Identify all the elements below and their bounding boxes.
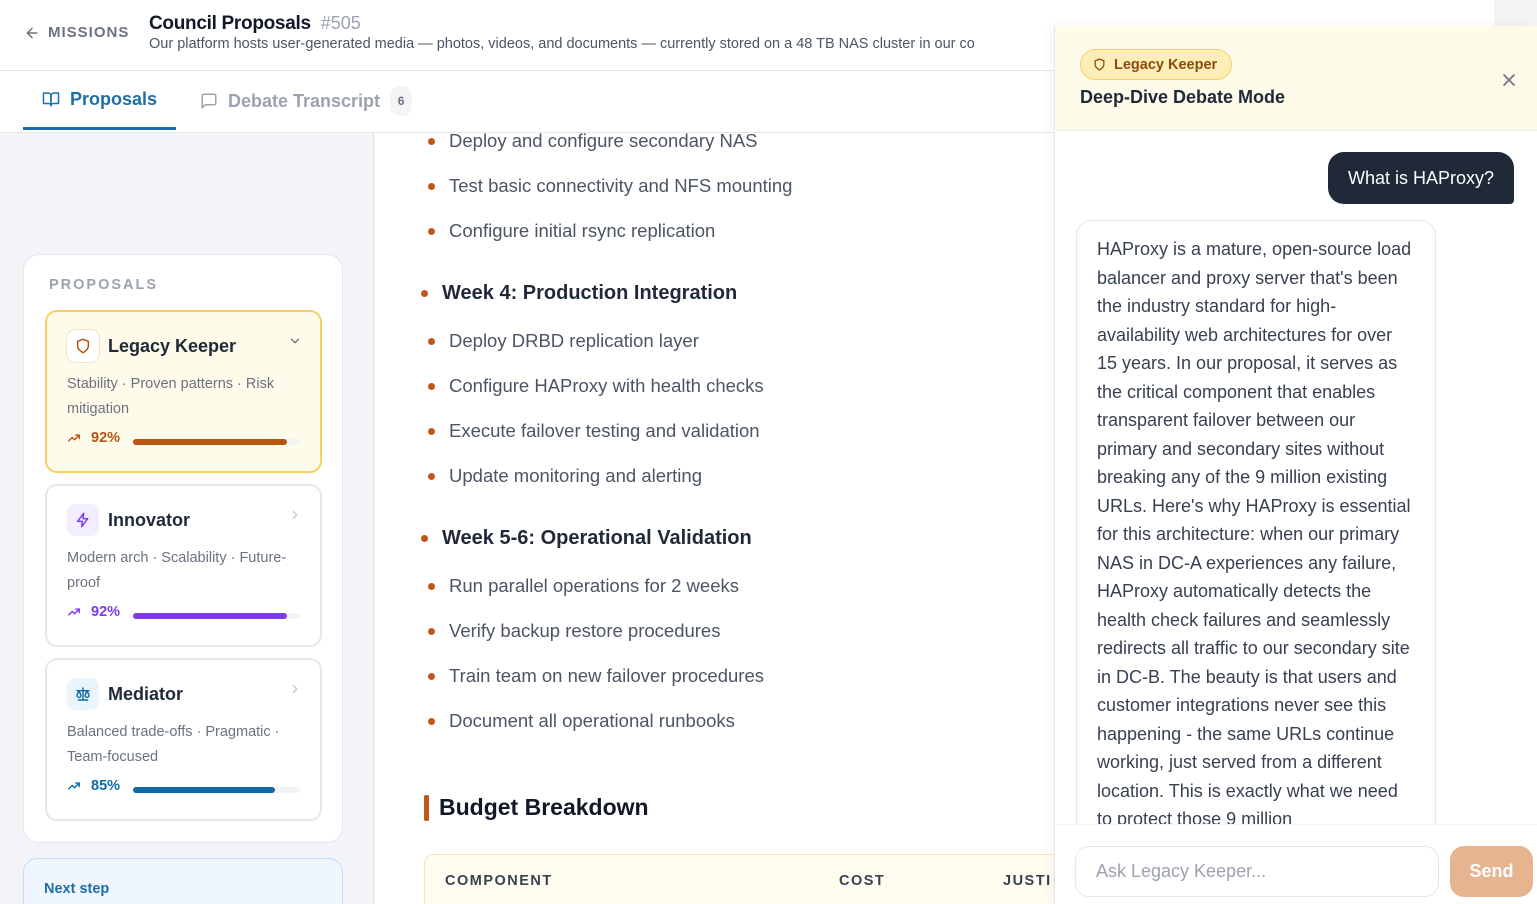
next-step-panel[interactable]: Next step [23,858,343,904]
proposals-heading: PROPOSALS [49,277,159,293]
column-header-justification: JUSTI [1003,873,1052,889]
agent-message: HAProxy is a mature, open-source load ba… [1076,220,1436,840]
list-item: Deploy DRBD replication layer [428,330,699,352]
proposals-panel: PROPOSALS Legacy Keeper Stability · Prov… [23,254,343,843]
week-heading: Week 4: Production Integration [421,282,737,305]
tab-debate-transcript[interactable]: Debate Transcript 6 [200,71,413,131]
card-score: 92% [67,430,120,446]
trending-up-icon [68,782,80,790]
tab-bar: Proposals Debate Transcript 6 [0,71,1054,133]
list-item: Update monitoring and alerting [428,465,702,487]
score-bar-fill [133,439,287,445]
tab-proposals-label: Proposals [70,88,158,109]
mission-description: Our platform hosts user-generated media … [149,36,975,52]
page-title: Council Proposals [149,13,311,34]
proposal-card-mediator[interactable]: Mediator Balanced trade-offs · Pragmatic… [45,658,322,821]
budget-title: Budget Breakdown [439,794,649,820]
agent-badge: Legacy Keeper [1080,49,1233,80]
debate-title: Deep-Dive Debate Mode [1080,87,1286,107]
card-description: Modern arch · Scalability · Future-proof [67,550,287,591]
score-bar [133,787,300,793]
list-item: Configure HAProxy with health checks [428,375,764,397]
mission-id: #505 [320,13,361,33]
list-item: Execute failover testing and validation [428,420,760,442]
send-button[interactable]: Send [1450,846,1533,897]
score-bar [133,439,300,445]
header-gutter [1494,0,1537,26]
list-item: Run parallel operations for 2 weeks [428,575,739,597]
budget-table-header: COMPONENT COST JUSTI [424,854,1054,904]
message-square-icon [201,93,217,109]
back-label: MISSIONS [48,24,130,41]
column-header-component: COMPONENT [445,873,553,889]
list-item: Verify backup restore procedures [428,620,720,642]
card-score: 85% [67,778,120,794]
book-open-icon [42,92,60,107]
score-value: 85% [91,778,121,794]
tab-proposals[interactable]: Proposals [23,71,176,130]
score-bar-fill [133,613,287,619]
transcript-count-badge: 6 [390,86,413,116]
title-row: Council Proposals #505 [149,13,361,35]
arrow-left-icon [26,27,38,38]
list-item: Configure initial rsync replication [428,220,715,242]
close-icon[interactable] [1499,70,1519,90]
card-icon-wrap [67,678,99,710]
zap-icon [76,512,89,528]
debate-header: Legacy Keeper Deep-Dive Debate Mode [1055,26,1537,131]
card-icon-wrap [67,330,99,362]
ask-input[interactable] [1075,846,1439,897]
shield-icon [1094,58,1105,71]
message-composer: Send [1055,824,1537,904]
card-name: Innovator [108,510,191,530]
card-name: Legacy Keeper [108,336,237,356]
chevron-down-icon[interactable] [288,334,302,348]
left-sidebar: PROPOSALS Legacy Keeper Stability · Prov… [0,133,374,904]
back-to-missions-link[interactable]: MISSIONS [24,24,129,41]
card-score: 92% [67,604,120,620]
shield-icon [76,338,90,354]
list-item: Deploy and configure secondary NAS [428,133,758,152]
proposal-card-legacy-keeper[interactable]: Legacy Keeper Stability · Proven pattern… [45,310,322,473]
list-item: Test basic connectivity and NFS mounting [428,175,792,197]
column-header-cost: COST [839,873,886,889]
card-description: Balanced trade-offs · Pragmatic · Team-f… [67,724,280,765]
card-description: Stability · Proven patterns · Risk mitig… [67,376,275,417]
debate-panel: Legacy Keeper Deep-Dive Debate Mode What… [1054,26,1537,904]
list-item: Train team on new failover procedures [428,665,764,687]
week-heading: Week 5-6: Operational Validation [421,527,752,550]
chevron-right-icon[interactable] [288,682,302,696]
budget-heading: Budget Breakdown [424,794,649,821]
tab-debate-label: Debate Transcript [228,90,381,111]
next-step-label: Next step [44,881,110,897]
heading-accent-bar [424,794,429,821]
chevron-right-icon[interactable] [288,508,302,522]
proposal-card-innovator[interactable]: Innovator Modern arch · Scalability · Fu… [45,484,322,647]
list-item: Document all operational runbooks [428,710,735,732]
card-name: Mediator [108,684,184,704]
trending-up-icon [68,434,80,442]
score-bar-fill [133,787,275,793]
proposal-content: Deploy and configure secondary NAS Test … [375,133,1054,904]
score-bar [133,613,300,619]
agent-badge-label: Legacy Keeper [1114,56,1218,73]
card-icon-wrap [67,504,99,536]
score-value: 92% [91,430,121,446]
scale-icon [76,687,90,701]
trending-up-icon [68,608,80,616]
score-value: 92% [91,604,121,620]
user-message: What is HAProxy? [1327,152,1514,204]
